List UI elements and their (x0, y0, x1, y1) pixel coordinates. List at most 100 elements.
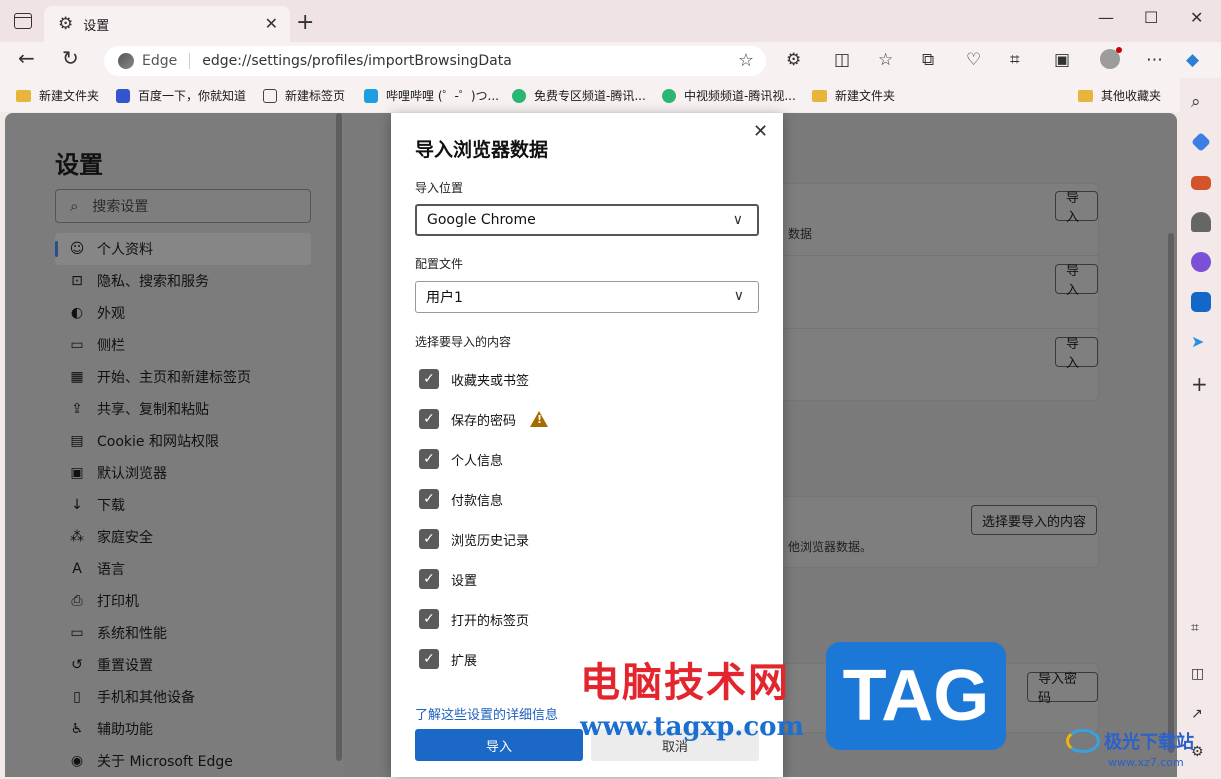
sidebar-item-downloads[interactable]: ↓ 下载 (55, 489, 311, 521)
sidebar-item-phone[interactable]: ▯ 手机和其他设备 (55, 681, 311, 713)
close-window-icon[interactable]: ✕ (1190, 8, 1203, 27)
nav-scrollbar[interactable] (336, 113, 342, 761)
favorite-star-icon[interactable]: ☆ (738, 50, 754, 71)
sidebar-item-appearance[interactable]: ◐ 外观 (55, 297, 311, 329)
screenshot-icon[interactable]: ⌗ (1010, 50, 1020, 70)
close-icon[interactable]: ✕ (753, 121, 768, 142)
sidebar-item-printer[interactable]: ⎙ 打印机 (55, 585, 311, 617)
gear-icon: ⚙ (58, 14, 74, 34)
workspaces-icon[interactable]: ▣ (1054, 50, 1070, 70)
checkbox-history[interactable]: ✓ 浏览历史记录 (419, 529, 529, 549)
edge-icon (118, 53, 134, 69)
palette-icon: ◐ (70, 305, 84, 321)
divider (189, 53, 191, 69)
sidebar-item-privacy[interactable]: ⊡ 隐私、搜索和服务 (55, 265, 311, 297)
watermark-site-url: www.xz7.com (1108, 756, 1184, 769)
sidebar-item-reset[interactable]: ↺ 重置设置 (55, 649, 311, 681)
sidebar-item-family[interactable]: ⁂ 家庭安全 (55, 521, 311, 553)
sidebar-item-accessibility[interactable]: ♿ 辅助功能 (55, 713, 311, 745)
outlook-icon[interactable] (1191, 292, 1211, 312)
sidebar-item-sidebar[interactable]: ▭ 侧栏 (55, 329, 311, 361)
sidebar-item-default-browser[interactable]: ▣ 默认浏览器 (55, 457, 311, 489)
address-bar[interactable]: Edge edge://settings/profiles/importBrow… (104, 46, 766, 76)
refresh-icon[interactable]: ↻ (62, 46, 79, 70)
avatar[interactable] (1100, 47, 1122, 69)
sidebar-item-start-home[interactable]: ▦ 开始、主页和新建标签页 (55, 361, 311, 393)
copilot-icon[interactable]: ◆ (1186, 50, 1199, 70)
import-button[interactable]: 导入 (1055, 264, 1098, 298)
profile-select[interactable]: 用户1 ∨ (415, 281, 759, 313)
minimize-icon[interactable]: — (1098, 8, 1114, 27)
sidebar-item-share[interactable]: ⇪ 共享、复制和粘贴 (55, 393, 311, 425)
home-icon: ▦ (70, 369, 84, 385)
check-icon: ✓ (419, 369, 439, 389)
close-tab-icon[interactable]: ✕ (265, 14, 278, 33)
favorite-item[interactable]: 新建文件夹 (812, 87, 895, 104)
checkbox-open-tabs[interactable]: ✓ 打开的标签页 (419, 609, 529, 629)
shopping-icon[interactable] (1191, 132, 1211, 152)
lock-icon: ⊡ (71, 273, 83, 289)
language-icon: A (72, 561, 82, 577)
search-input[interactable]: ⌕ 搜索设置 (55, 189, 311, 223)
sidebar-item-system[interactable]: ▭ 系统和性能 (55, 617, 311, 649)
edge-sidebar: ⌕ ➤ + ⌗ ◫ ↗ ⚙ (1180, 78, 1221, 779)
checkbox-passwords[interactable]: ✓ 保存的密码 (419, 409, 549, 429)
dialog-title: 导入浏览器数据 (415, 139, 549, 161)
extensions-icon[interactable]: ⚙ (786, 50, 801, 70)
learn-more-link[interactable]: 了解这些设置的详细信息 (415, 704, 558, 723)
favorite-item[interactable]: 新建文件夹 (16, 87, 99, 104)
checkbox-payment-info[interactable]: ✓ 付款信息 (419, 489, 503, 509)
favorite-item[interactable]: 百度一下，你就知道 (116, 87, 246, 104)
profile-icon: ☺ (69, 241, 85, 257)
folder-icon (812, 89, 827, 102)
add-icon[interactable]: + (1191, 372, 1211, 396)
sidebar-item-cookies[interactable]: ▤ Cookie 和网站权限 (55, 425, 311, 457)
collections-icon[interactable]: ⧉ (922, 50, 934, 70)
favorites-icon[interactable]: ☆ (878, 50, 893, 70)
favorite-item[interactable]: 中视频频道-腾讯视... (662, 87, 796, 104)
tab-actions-icon[interactable] (14, 13, 32, 29)
maximize-icon[interactable]: ☐ (1144, 8, 1158, 27)
tools-icon[interactable] (1191, 176, 1211, 190)
browser-essentials-icon[interactable]: ♡ (966, 50, 981, 70)
choose-content-button[interactable]: 选择要导入的内容 (971, 505, 1098, 535)
import-button[interactable]: 导入 (1055, 191, 1098, 225)
checkbox-favorites[interactable]: ✓ 收藏夹或书签 (419, 369, 529, 389)
screenshot-sidebar-icon[interactable]: ⌗ (1191, 620, 1211, 640)
microsoft365-icon[interactable] (1191, 252, 1211, 272)
source-select[interactable]: Google Chrome ∨ (415, 204, 759, 236)
sidebar-item-language[interactable]: A 语言 (55, 553, 311, 585)
toolbar: ← ↻ Edge edge://settings/profiles/import… (0, 42, 1221, 78)
card-text: 数据 (788, 227, 813, 241)
games-icon[interactable] (1191, 212, 1211, 232)
sidebar-settings-icon[interactable]: ⚙ (1191, 744, 1211, 764)
open-external-icon[interactable]: ↗ (1191, 706, 1211, 726)
import-password-button[interactable]: 导入密码 (1027, 672, 1098, 706)
import-button[interactable]: 导入 (415, 729, 583, 761)
import-button[interactable]: 导入 (1055, 337, 1098, 371)
tab-bar: ⚙ 设置 ✕ + — ☐ ✕ (0, 0, 1221, 42)
checkbox-settings[interactable]: ✓ 设置 (419, 569, 477, 589)
more-icon[interactable]: ⋯ (1146, 50, 1163, 70)
other-favorites[interactable]: 其他收藏夹 (1078, 87, 1161, 104)
favorite-item[interactable]: 哔哩哔哩 (゜-゜)つ... (364, 87, 499, 104)
favorite-item[interactable]: 免费专区频道-腾讯... (512, 87, 646, 104)
tab-settings[interactable]: ⚙ 设置 ✕ (44, 6, 290, 42)
content-scrollbar[interactable] (1168, 233, 1174, 753)
phone-icon: ▯ (73, 689, 81, 705)
hide-sidebar-icon[interactable]: ◫ (1191, 666, 1211, 686)
tencent-video-icon (662, 88, 676, 103)
split-screen-icon[interactable]: ◫ (834, 50, 850, 70)
logo-swirl-icon (1066, 729, 1100, 753)
sidebar-item-about[interactable]: ◉ 关于 Microsoft Edge (55, 745, 311, 777)
favorite-item[interactable]: 新建标签页 (263, 87, 345, 104)
checkbox-personal-info[interactable]: ✓ 个人信息 (419, 449, 503, 469)
checkbox-extensions[interactable]: ✓ 扩展 (419, 649, 477, 669)
sidebar-item-profile[interactable]: ☺ 个人资料 (55, 233, 311, 265)
send-icon[interactable]: ➤ (1191, 332, 1211, 352)
search-icon[interactable]: ⌕ (1191, 92, 1211, 112)
new-tab-icon[interactable]: + (296, 10, 314, 35)
back-icon[interactable]: ← (18, 46, 35, 70)
check-icon: ✓ (419, 569, 439, 589)
check-icon: ✓ (419, 409, 439, 429)
